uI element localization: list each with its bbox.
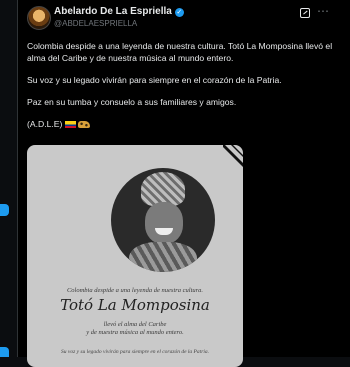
more-options-icon[interactable]: ⋯ <box>317 5 331 18</box>
author-name[interactable]: Abelardo De La Espriella ✓ <box>54 6 184 17</box>
tweet-paragraph: Paz en su tumba y consuelo a sus familia… <box>27 97 237 107</box>
tweet-paragraph: Colombia despide a una leyenda de nuestr… <box>27 41 333 63</box>
card-caption-line2: llevó el alma del Caribe y de nuestra mú… <box>27 321 243 337</box>
portrait-photo <box>111 168 215 272</box>
tweet-paragraph: Su voz y su legado vivirán para siempre … <box>27 75 282 85</box>
mourning-ribbon-icon <box>223 145 243 167</box>
tweet-text: Colombia despide a una leyenda de nuestr… <box>27 40 337 140</box>
left-edge-indicator <box>0 204 9 216</box>
avatar[interactable] <box>27 6 51 30</box>
colombia-flag-icon <box>65 121 77 128</box>
verified-badge-icon: ✓ <box>174 8 184 17</box>
garment <box>129 242 197 272</box>
author-name-text[interactable]: Abelardo De La Espriella <box>54 6 172 17</box>
headwrap <box>141 172 185 206</box>
card-caption-line2a: llevó el alma del Caribe <box>103 321 167 328</box>
tweet-media-image[interactable]: Colombia despide a una leyenda de nuestr… <box>27 145 243 367</box>
card-name-script: Totó La Momposina <box>60 296 210 314</box>
card-caption-line3: Su voz y su legado vivirán para siempre … <box>61 349 209 355</box>
leopard-icon <box>78 121 91 128</box>
tweet-signature-line: (A.D.L.E) <box>27 118 337 130</box>
grok-icon[interactable] <box>300 8 310 18</box>
left-edge-indicator-bottom <box>0 347 9 357</box>
tweet-signature: (A.D.L.E) <box>27 119 63 129</box>
face <box>145 202 183 244</box>
card-caption-line2b: y de nuestra música al mundo entero. <box>86 329 184 336</box>
author-handle[interactable]: @ABDELAESPRIELLA <box>54 19 137 28</box>
card-caption-line1: Colombia despide a una leyenda de nuestr… <box>66 287 204 294</box>
